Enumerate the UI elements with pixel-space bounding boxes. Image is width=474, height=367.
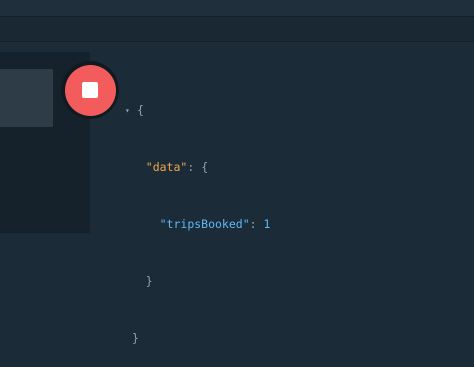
json-line-inner-close: } [125,272,270,291]
json-outer-close-brace: } [131,331,139,345]
stop-button[interactable] [61,61,119,119]
json-open-brace: { [137,103,144,117]
json-inner-close-brace: } [145,274,153,288]
query-editor-area[interactable] [0,69,53,127]
top-bar [0,0,474,16]
json-colon: : [249,217,257,231]
json-line-data: "data": { [125,158,270,177]
json-value-trips-booked: 1 [263,217,271,231]
collapse-arrow-icon[interactable]: ▾ [125,101,137,120]
stop-icon [82,82,98,98]
json-line-trips: "tripsBooked": 1 [125,215,271,234]
stop-circle [64,64,116,116]
json-line-outer-close: } [125,329,270,348]
json-key-trips-booked: "tripsBooked" [159,217,250,231]
json-line-open: ▾{ [125,101,270,120]
json-colon: : [187,160,195,174]
json-data-open-brace: { [201,160,209,174]
header-strip [0,17,474,42]
json-response: ▾{ "data": { "tripsBooked": 1 } } [125,63,270,367]
json-key-data: "data" [145,160,188,174]
